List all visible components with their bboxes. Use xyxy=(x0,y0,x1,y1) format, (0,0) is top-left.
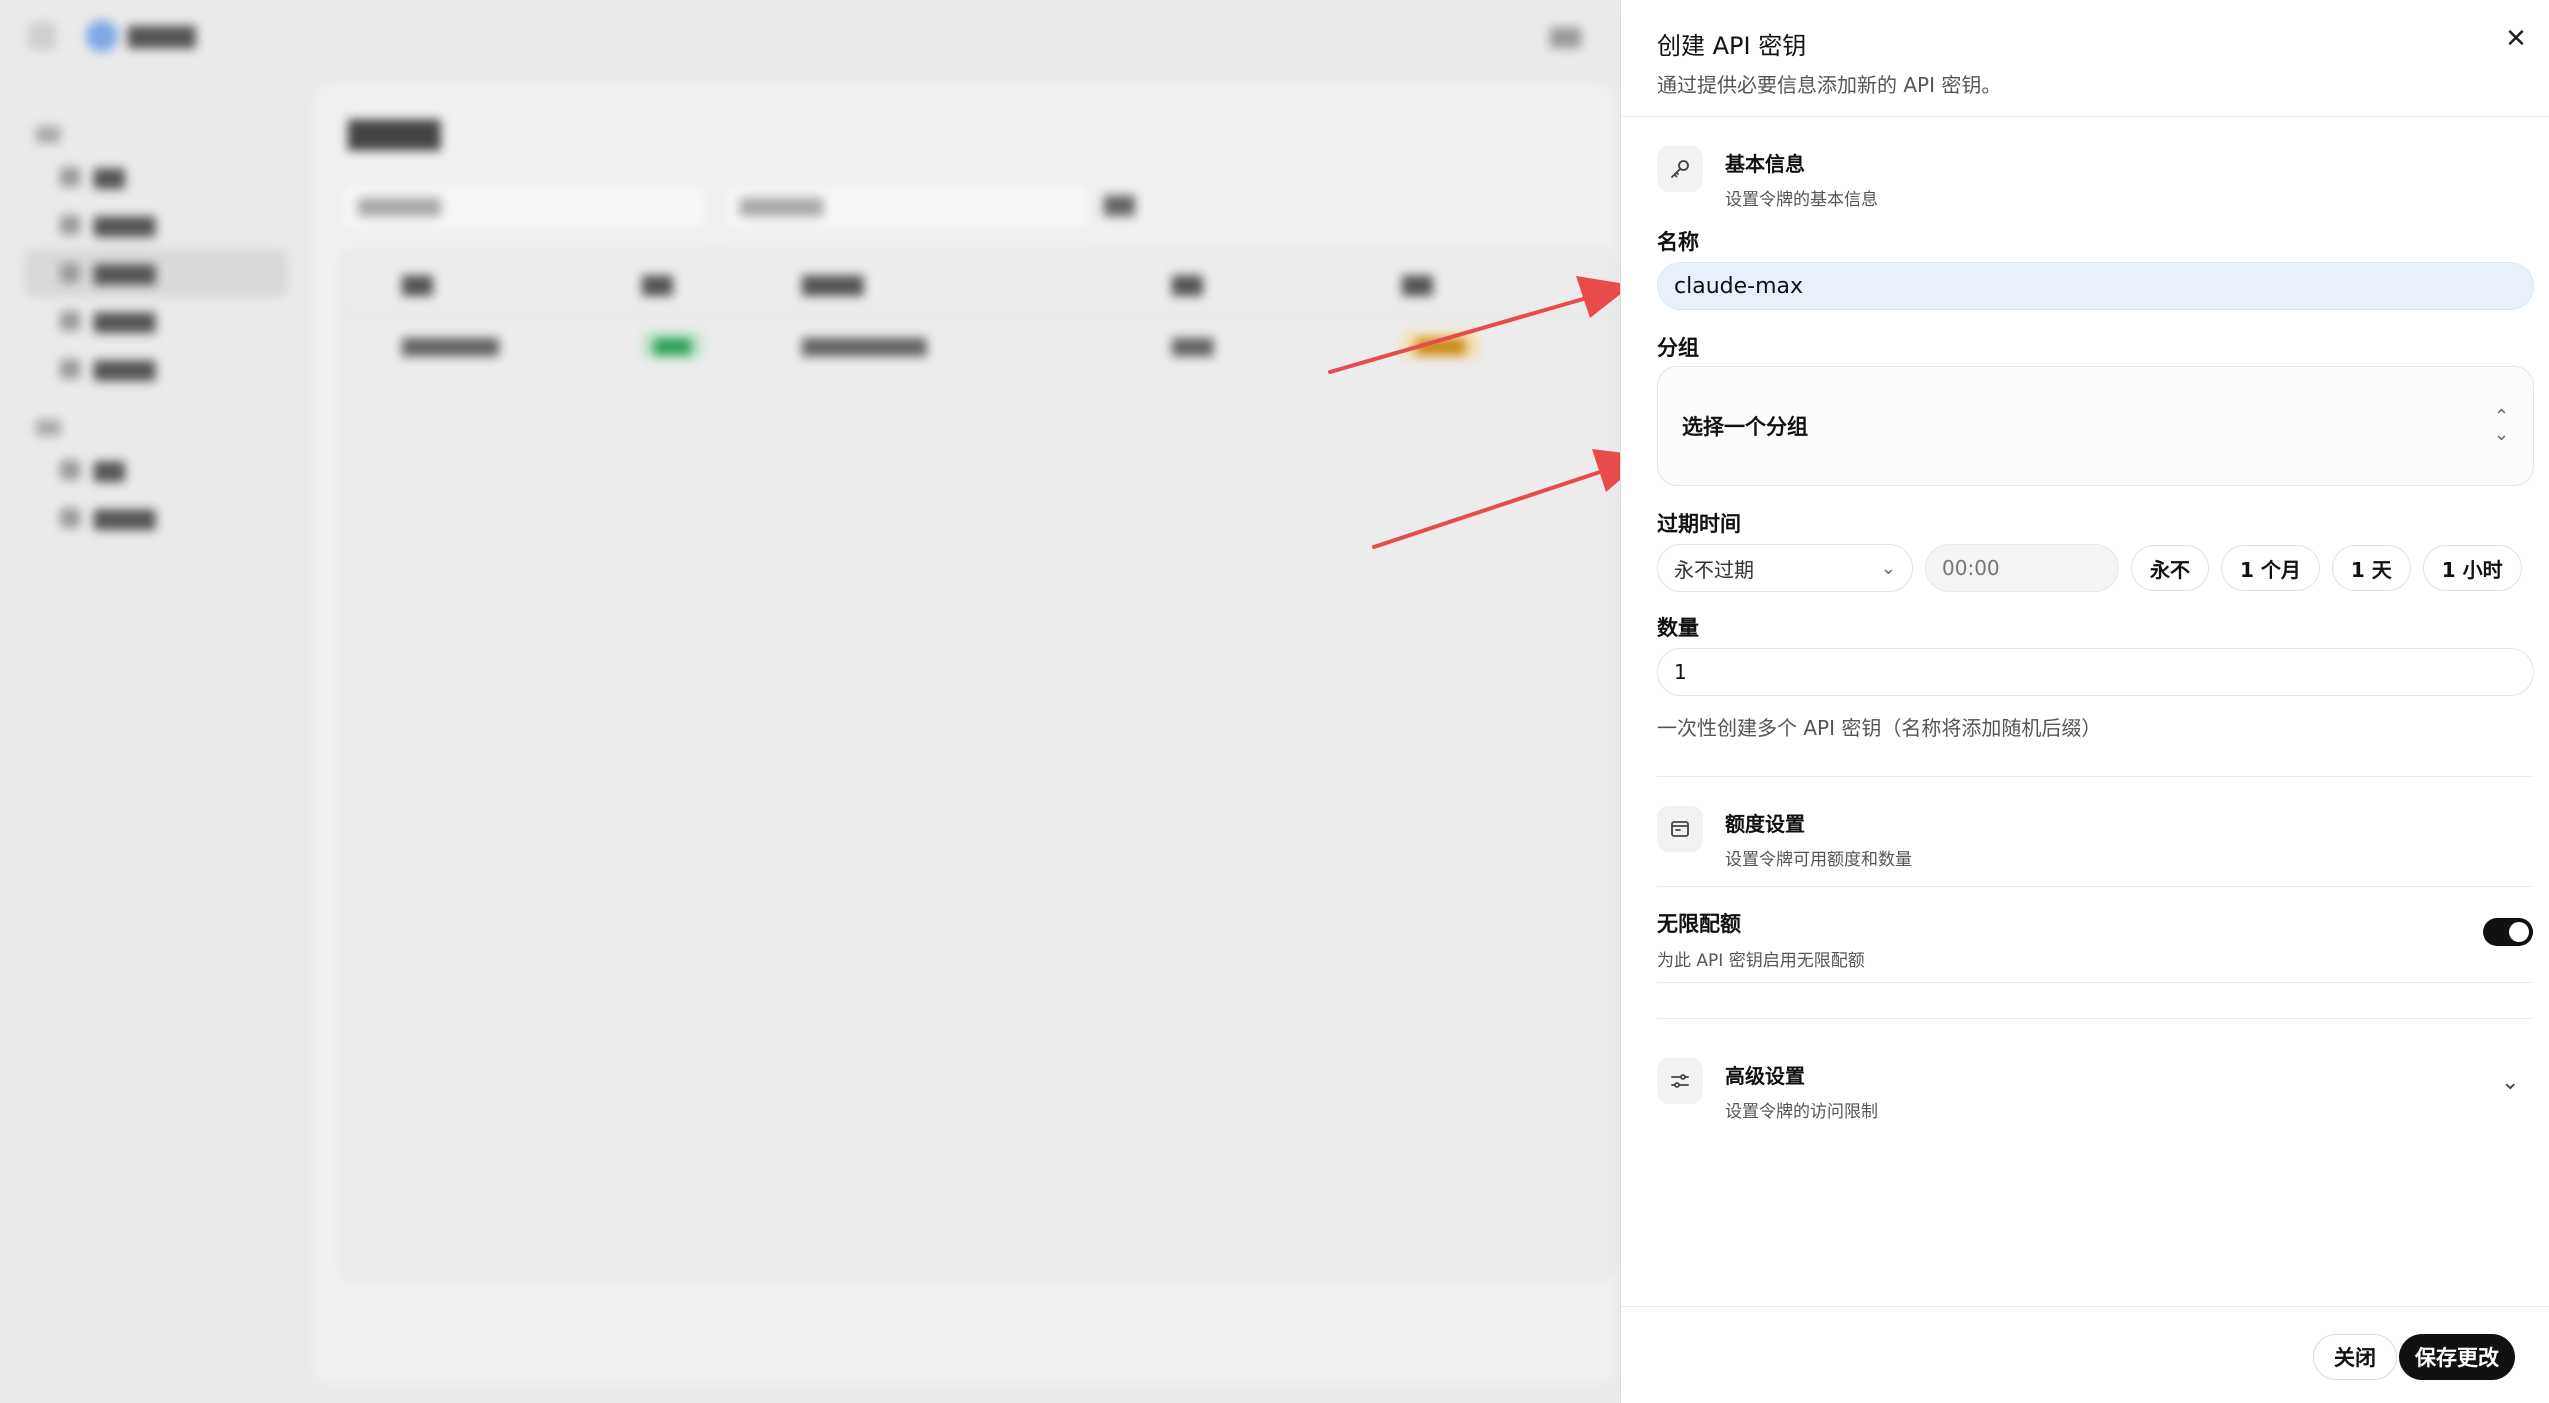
bg-th: ▇▇ xyxy=(402,272,433,296)
drawer-description: 通过提供必要信息添加新的 API 密钥。 xyxy=(1657,73,2002,97)
expire-row: 永不过期 ⌄ 永不 1 个月 1 天 1 小时 xyxy=(1657,544,2534,592)
drawer-header: 创建 API 密钥 通过提供必要信息添加新的 API 密钥。 xyxy=(1657,26,2001,98)
bg-quota-badge: ▇▇▇▇ xyxy=(1402,332,1480,359)
bg-nav-icon xyxy=(60,460,80,480)
toggle-knob xyxy=(2509,922,2529,942)
bg-page-title: ▇▇▇▇ xyxy=(348,116,441,151)
bg-nav-icon xyxy=(60,508,80,528)
bg-sidebar-group: ▇▇ xyxy=(36,417,61,436)
bg-th: ▇▇ xyxy=(1402,272,1433,296)
bg-nav-item: ▇▇ xyxy=(24,153,288,201)
background-app: ▇▇▇▇ ▇▇ ▇▇ ▇▇ ▇▇▇▇ ▇▇▇▇ ▇▇▇▇ ▇▇▇▇ ▇▇ ▇▇ … xyxy=(0,0,1620,1403)
bg-th: ▇▇ xyxy=(1172,272,1203,296)
advanced-title: 高级设置 xyxy=(1725,1064,1805,1088)
bg-nav-icon xyxy=(60,167,80,187)
bg-nav-item: ▇▇▇▇ xyxy=(24,249,288,297)
bg-nav-item: ▇▇▇▇ xyxy=(24,345,288,393)
bg-brand: ▇▇▇▇ xyxy=(128,24,196,49)
quota-title: 额度设置 xyxy=(1725,812,1805,836)
unlimited-quota-subtitle: 为此 API 密钥启用无限配额 xyxy=(1657,951,1865,971)
wallet-icon xyxy=(1657,806,1703,852)
chevron-down-icon[interactable]: ⌄ xyxy=(2501,1070,2519,1095)
bg-filter-input: ▇▇▇▇▇▇ xyxy=(340,182,710,232)
quota-subtitle: 设置令牌可用额度和数量 xyxy=(1725,850,1912,870)
bg-top-right: ▇▇ xyxy=(1550,24,1581,48)
name-input[interactable] xyxy=(1657,262,2534,310)
bg-nav-item: ▇▇▇▇ xyxy=(24,201,288,249)
bg-td: ▇▇▇ xyxy=(1172,336,1214,357)
bg-main: ▇▇▇▇ ▇▇▇▇▇▇ ▇▇▇▇▇▇ ▇▇ ▇▇ ▇▇ ▇▇▇▇ ▇▇ ▇▇ ▇… xyxy=(314,84,1614,1384)
save-button[interactable]: 保存更改 xyxy=(2399,1334,2515,1380)
bg-filter-input: ▇▇▇▇▇▇ xyxy=(722,182,1092,232)
bg-nav-item: ▇▇ xyxy=(24,446,288,494)
group-select-placeholder: 选择一个分组 xyxy=(1682,415,1808,439)
basic-info-section-header: 基本信息 设置令牌的基本信息 xyxy=(1657,146,1878,210)
quantity-label: 数量 xyxy=(1657,616,1699,640)
close-icon[interactable]: ✕ xyxy=(2501,24,2531,54)
bg-nav-item: ▇▇▇▇ xyxy=(24,494,288,542)
chevron-up-down-icon: ⌃ ⌄ xyxy=(2493,406,2509,445)
bg-nav-icon xyxy=(60,311,80,331)
quantity-help-text: 一次性创建多个 API 密钥（名称将添加随机后缀） xyxy=(1657,716,2102,740)
sliders-icon xyxy=(1657,1058,1703,1104)
expire-preset-1-hour[interactable]: 1 小时 xyxy=(2422,545,2522,591)
expire-time-input[interactable] xyxy=(1925,544,2119,592)
name-label: 名称 xyxy=(1657,230,1699,254)
chevron-down-icon: ⌄ xyxy=(1880,557,1896,579)
key-icon xyxy=(1657,146,1703,192)
bg-th: ▇▇▇▇ xyxy=(802,272,864,296)
bg-nav-icon xyxy=(60,359,80,379)
bg-sidebar-group: ▇▇ xyxy=(36,124,61,143)
basic-info-subtitle: 设置令牌的基本信息 xyxy=(1725,190,1878,210)
bg-table-header: ▇▇ ▇▇ ▇▇▇▇ ▇▇ ▇▇ xyxy=(342,252,1612,316)
divider xyxy=(1621,116,2549,117)
expire-select-value: 永不过期 xyxy=(1674,557,1754,582)
divider xyxy=(1657,1018,2534,1019)
bg-sidebar-toggle-icon xyxy=(28,22,56,50)
advanced-subtitle: 设置令牌的访问限制 xyxy=(1725,1102,1878,1122)
quantity-input[interactable] xyxy=(1657,648,2534,696)
expire-preset-1-day[interactable]: 1 天 xyxy=(2331,545,2411,591)
bg-logo-icon xyxy=(86,20,118,52)
group-select[interactable]: 选择一个分组 ⌃ ⌄ xyxy=(1657,366,2534,486)
bg-filter-button: ▇▇ xyxy=(1104,192,1135,216)
expire-preset-1-month[interactable]: 1 个月 xyxy=(2221,545,2320,591)
bg-nav-icon xyxy=(60,215,80,235)
divider xyxy=(1657,776,2534,777)
advanced-section-header[interactable]: 高级设置 设置令牌的访问限制 xyxy=(1657,1058,1878,1122)
bg-td: ▇▇▇▇▇▇▇ xyxy=(402,336,499,357)
bg-nav-icon xyxy=(60,263,80,283)
expire-select[interactable]: 永不过期 ⌄ xyxy=(1657,544,1913,592)
unlimited-quota-title: 无限配额 xyxy=(1657,912,1741,936)
footer-divider xyxy=(1621,1306,2549,1307)
bg-table-card: ▇▇ ▇▇ ▇▇▇▇ ▇▇ ▇▇ ▇▇▇▇▇▇▇ ▇▇▇ ▇▇▇▇▇▇▇▇▇ ▇… xyxy=(340,250,1614,1280)
drawer-title: 创建 API 密钥 xyxy=(1657,32,1807,60)
bg-topbar: ▇▇▇▇ ▇▇ xyxy=(0,0,1620,72)
bg-sidebar: ▇▇ ▇▇ ▇▇▇▇ ▇▇▇▇ ▇▇▇▇ ▇▇▇▇ ▇▇ ▇▇ ▇▇▇▇ xyxy=(0,100,300,542)
divider xyxy=(1657,886,2534,887)
expire-preset-never[interactable]: 永不 xyxy=(2131,545,2209,591)
group-label: 分组 xyxy=(1657,336,1699,360)
bg-th: ▇▇ xyxy=(642,272,673,296)
unlimited-quota-row: 无限配额 为此 API 密钥启用无限配额 xyxy=(1657,908,2534,971)
unlimited-quota-toggle[interactable] xyxy=(2483,918,2533,946)
quota-section-header: 额度设置 设置令牌可用额度和数量 xyxy=(1657,806,1912,870)
close-button[interactable]: 关闭 xyxy=(2313,1334,2397,1380)
bg-nav-item: ▇▇▇▇ xyxy=(24,297,288,345)
create-api-key-drawer: 创建 API 密钥 通过提供必要信息添加新的 API 密钥。 ✕ 基本信息 设置… xyxy=(1620,0,2549,1403)
divider xyxy=(1657,982,2534,983)
bg-status-badge: ▇▇▇ xyxy=(642,332,703,359)
bg-td: ▇▇▇▇▇▇▇▇▇ xyxy=(802,336,927,357)
basic-info-title: 基本信息 xyxy=(1725,152,1805,176)
expire-label: 过期时间 xyxy=(1657,512,1741,536)
